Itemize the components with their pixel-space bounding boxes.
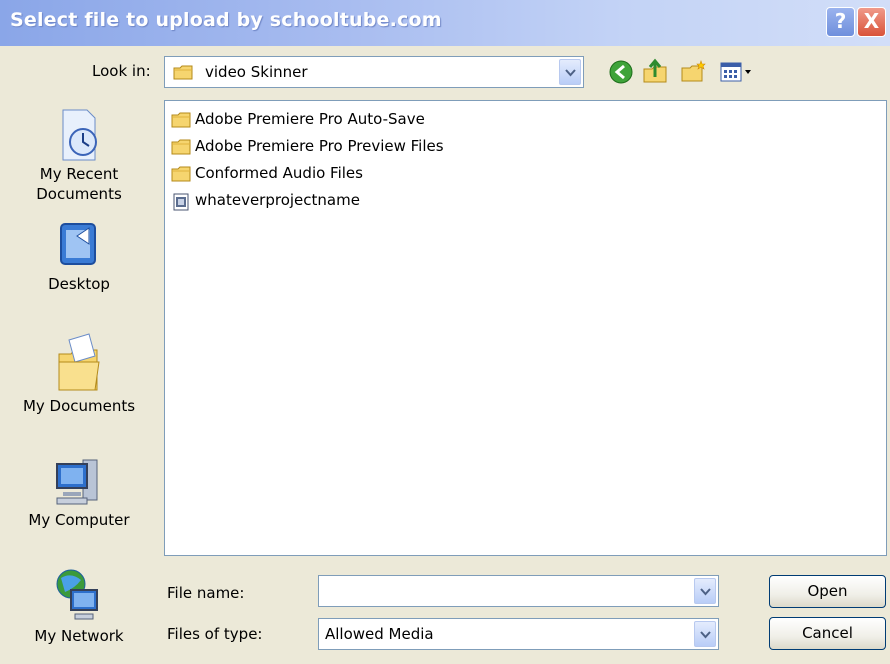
place-my-documents[interactable]: My Documents [8, 330, 150, 416]
place-label-line1: My Recent [39, 165, 119, 183]
close-button[interactable]: X [857, 7, 886, 37]
window-title: Select file to upload by schooltube.com [10, 9, 442, 31]
file-name-dropdown-button[interactable] [694, 578, 716, 604]
chevron-down-icon [700, 631, 711, 639]
folder-icon [173, 65, 193, 80]
file-list[interactable]: Adobe Premiere Pro Auto-Save Adobe Premi… [164, 100, 887, 556]
place-my-network[interactable]: My Network [8, 566, 150, 646]
place-label-line2: Documents [36, 185, 122, 203]
place-desktop[interactable]: Desktop [8, 218, 150, 294]
help-button[interactable]: ? [826, 7, 855, 37]
place-label: My Computer [28, 511, 130, 529]
title-bar[interactable]: Select file to upload by schooltube.com … [0, 0, 890, 46]
place-my-recent-documents[interactable]: My Recent Documents [8, 106, 150, 204]
folder-icon [171, 166, 191, 182]
place-label: My Network [34, 627, 124, 645]
file-upload-dialog: Select file to upload by schooltube.com … [0, 0, 890, 664]
look-in-label: Look in: [92, 62, 151, 80]
place-label: My Documents [22, 397, 136, 415]
file-type-value: Allowed Media [325, 625, 434, 643]
folder-icon [171, 112, 191, 128]
folder-icon [171, 139, 191, 155]
file-name-text: Adobe Premiere Pro Auto-Save [195, 110, 425, 128]
file-name-text: whateverprojectname [195, 191, 360, 209]
new-folder-icon[interactable] [680, 58, 708, 86]
file-name-label: File name: [167, 584, 245, 602]
look-in-dropdown-button[interactable] [559, 59, 581, 85]
place-my-computer[interactable]: My Computer [8, 454, 150, 530]
my-network-icon [56, 569, 98, 620]
project-file-icon [173, 193, 189, 211]
my-computer-icon [56, 459, 98, 505]
look-in-dropdown[interactable]: video Skinner [164, 56, 584, 88]
up-folder-icon[interactable] [641, 57, 669, 85]
file-type-select[interactable]: Allowed Media [318, 618, 719, 650]
place-label: Desktop [48, 275, 110, 293]
cancel-button[interactable]: Cancel [769, 617, 886, 650]
views-menu-icon[interactable] [719, 58, 757, 86]
recent-documents-icon [62, 109, 97, 161]
file-type-label: Files of type: [167, 625, 263, 643]
file-name-combo[interactable] [318, 575, 719, 607]
look-in-value: video Skinner [205, 63, 308, 81]
my-documents-icon [58, 333, 100, 391]
chevron-down-icon [700, 588, 711, 596]
places-bar: My Recent Documents Desktop My Documents [8, 100, 150, 656]
open-button[interactable]: Open [769, 575, 886, 608]
chevron-down-icon [565, 69, 576, 77]
desktop-icon [60, 223, 96, 265]
file-name-text: Adobe Premiere Pro Preview Files [195, 137, 444, 155]
file-type-dropdown-button[interactable] [694, 621, 716, 647]
back-icon[interactable] [607, 58, 635, 86]
file-name-input[interactable] [323, 580, 687, 604]
file-name-text: Conformed Audio Files [195, 164, 363, 182]
